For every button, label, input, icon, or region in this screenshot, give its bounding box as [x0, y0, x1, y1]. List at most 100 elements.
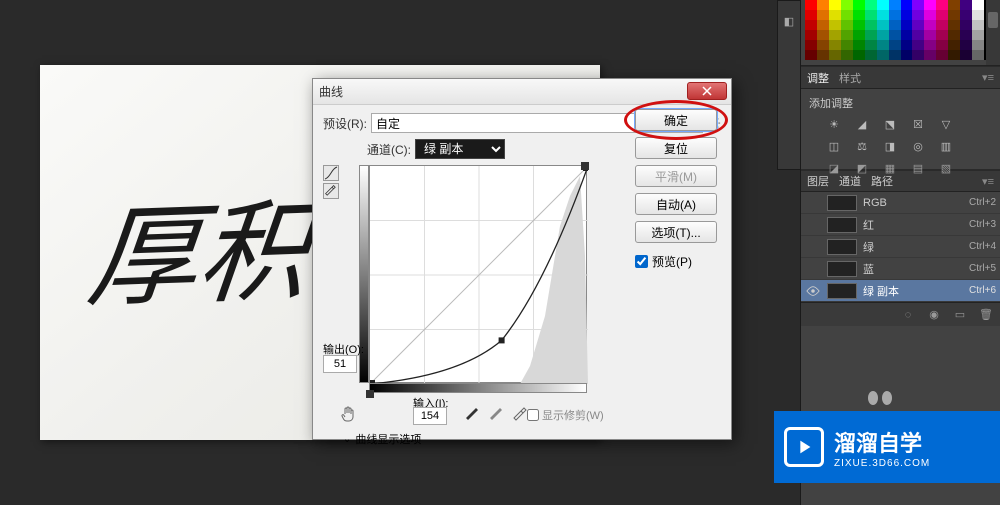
channel-row[interactable]: 红 Ctrl+3: [801, 214, 1000, 236]
swatch[interactable]: [805, 40, 817, 50]
swatch[interactable]: [972, 30, 984, 40]
gray-eyedropper-icon[interactable]: [487, 405, 503, 421]
load-selection-icon[interactable]: ◌: [900, 307, 916, 323]
swatch[interactable]: [936, 10, 948, 20]
swatch[interactable]: [924, 0, 936, 10]
swatch[interactable]: [865, 0, 877, 10]
save-selection-icon[interactable]: ◉: [926, 307, 942, 323]
swatch[interactable]: [924, 50, 936, 60]
curve-pencil-tool[interactable]: [323, 183, 339, 199]
swatch[interactable]: [972, 40, 984, 50]
preview-input[interactable]: [635, 255, 648, 268]
show-clipping-checkbox[interactable]: 显示修剪(W): [527, 407, 604, 423]
hue-icon[interactable]: ◫: [825, 139, 843, 153]
close-button[interactable]: [687, 82, 727, 100]
swatch[interactable]: [865, 30, 877, 40]
swatch[interactable]: [948, 30, 960, 40]
swatch[interactable]: [853, 10, 865, 20]
levels-icon[interactable]: ◢: [853, 117, 871, 131]
swatch[interactable]: [817, 40, 829, 50]
black-eyedropper-icon[interactable]: [463, 405, 479, 421]
swatch[interactable]: [960, 0, 972, 10]
gradient-map-icon[interactable]: ▤: [909, 161, 927, 175]
swatch[interactable]: [841, 0, 853, 10]
channel-panel-menu-icon[interactable]: ▾≡: [982, 175, 994, 188]
swatch[interactable]: [829, 20, 841, 30]
swatch[interactable]: [853, 0, 865, 10]
swatch[interactable]: [865, 10, 877, 20]
swatch[interactable]: [912, 0, 924, 10]
swatch[interactable]: [901, 20, 913, 30]
swatch[interactable]: [948, 10, 960, 20]
swatch[interactable]: [865, 50, 877, 60]
swatch[interactable]: [936, 30, 948, 40]
swatch[interactable]: [948, 20, 960, 30]
bw-icon[interactable]: ◨: [881, 139, 899, 153]
swatch[interactable]: [853, 40, 865, 50]
swatch[interactable]: [841, 50, 853, 60]
swatch[interactable]: [912, 20, 924, 30]
on-image-adjust-icon[interactable]: [339, 405, 357, 423]
swatch[interactable]: [901, 10, 913, 20]
black-point-handle[interactable]: [366, 390, 374, 398]
swatch[interactable]: [960, 40, 972, 50]
swatch[interactable]: [853, 50, 865, 60]
swatch[interactable]: [817, 50, 829, 60]
swatch[interactable]: [829, 50, 841, 60]
swatch[interactable]: [877, 10, 889, 20]
swatch[interactable]: [924, 20, 936, 30]
curve-display-options[interactable]: ⌄ 曲线显示选项: [343, 431, 421, 447]
preview-checkbox[interactable]: 预览(P): [635, 253, 717, 270]
delete-channel-icon[interactable]: 🗑: [978, 307, 994, 323]
swatch[interactable]: [889, 30, 901, 40]
swatch[interactable]: [912, 50, 924, 60]
new-channel-icon[interactable]: ▭: [952, 307, 968, 323]
swatches-panel[interactable]: [801, 0, 1000, 66]
swatch[interactable]: [841, 30, 853, 40]
tab-adjustments[interactable]: 调整: [807, 70, 829, 86]
swatch[interactable]: [877, 50, 889, 60]
swatch[interactable]: [960, 50, 972, 60]
swatch[interactable]: [853, 30, 865, 40]
swatch[interactable]: [841, 10, 853, 20]
swatch[interactable]: [972, 20, 984, 30]
swatch[interactable]: [829, 40, 841, 50]
show-clipping-input[interactable]: [527, 409, 539, 421]
swatch[interactable]: [948, 50, 960, 60]
swatch[interactable]: [805, 0, 817, 10]
swatch[interactable]: [960, 20, 972, 30]
input-value[interactable]: [413, 407, 447, 425]
swatch[interactable]: [829, 10, 841, 20]
swatch[interactable]: [865, 40, 877, 50]
curve-point-tool[interactable]: [323, 165, 339, 181]
swatch[interactable]: [912, 30, 924, 40]
channel-row[interactable]: 蓝 Ctrl+5: [801, 258, 1000, 280]
tab-layers[interactable]: 图层: [807, 173, 829, 189]
reset-button[interactable]: 复位: [635, 137, 717, 159]
balance-icon[interactable]: ⚖: [853, 139, 871, 153]
selective-color-icon[interactable]: ▧: [937, 161, 955, 175]
swatch[interactable]: [948, 40, 960, 50]
swatch[interactable]: [805, 50, 817, 60]
swatch[interactable]: [817, 20, 829, 30]
exposure-icon[interactable]: ☒: [909, 117, 927, 131]
channel-row[interactable]: RGB Ctrl+2: [801, 192, 1000, 214]
swatch[interactable]: [960, 30, 972, 40]
swatch[interactable]: [889, 20, 901, 30]
tab-styles[interactable]: 样式: [839, 70, 861, 86]
swatch[interactable]: [829, 30, 841, 40]
swatch[interactable]: [901, 30, 913, 40]
swatch[interactable]: [817, 0, 829, 10]
brightness-icon[interactable]: ☀: [825, 117, 843, 131]
swatch[interactable]: [889, 10, 901, 20]
swatch[interactable]: [805, 10, 817, 20]
auto-button[interactable]: 自动(A): [635, 193, 717, 215]
swatch[interactable]: [877, 20, 889, 30]
swatch[interactable]: [877, 30, 889, 40]
panel-menu-icon[interactable]: ▾≡: [982, 71, 994, 84]
tab-paths[interactable]: 路径: [871, 173, 893, 189]
swatch[interactable]: [877, 0, 889, 10]
swatches-scrollbar[interactable]: [986, 0, 1000, 66]
swatch[interactable]: [972, 50, 984, 60]
curves-icon[interactable]: ⬔: [881, 117, 899, 131]
